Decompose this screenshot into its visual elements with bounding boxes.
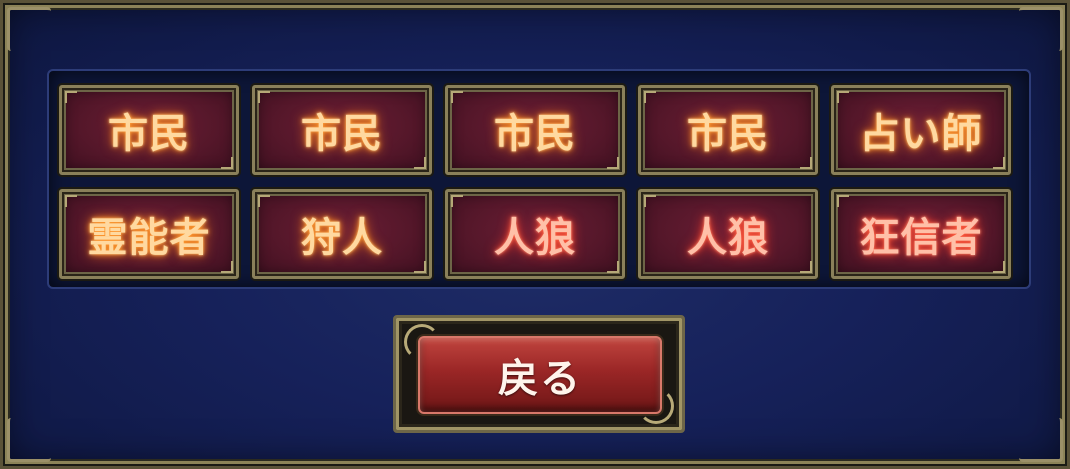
role-label: 占い師 bbox=[859, 111, 983, 157]
dialog-frame: 市民 市民 市民 市民 占い師 霊能者 狩人 人狼 人狼 狂信者 戻る bbox=[0, 0, 1070, 469]
role-label: 市民 bbox=[687, 111, 769, 157]
back-button-frame: 戻る bbox=[393, 315, 685, 433]
role-label: 霊能者 bbox=[87, 215, 211, 261]
frame-corner-ornament bbox=[7, 418, 51, 462]
role-label: 市民 bbox=[494, 111, 576, 157]
role-card[interactable]: 市民 bbox=[445, 85, 625, 175]
role-card[interactable]: 狂信者 bbox=[831, 189, 1011, 279]
role-card[interactable]: 霊能者 bbox=[59, 189, 239, 279]
role-label: 狂信者 bbox=[859, 215, 983, 261]
role-label: 市民 bbox=[108, 111, 190, 157]
frame-corner-ornament bbox=[1019, 7, 1063, 51]
role-card[interactable]: 人狼 bbox=[638, 189, 818, 279]
frame-corner-ornament bbox=[7, 7, 51, 51]
role-card[interactable]: 市民 bbox=[252, 85, 432, 175]
role-card[interactable]: 占い師 bbox=[831, 85, 1011, 175]
role-card[interactable]: 市民 bbox=[638, 85, 818, 175]
role-grid: 市民 市民 市民 市民 占い師 霊能者 狩人 人狼 人狼 狂信者 bbox=[59, 85, 1011, 279]
back-button[interactable]: 戻る bbox=[418, 336, 662, 414]
role-label: 市民 bbox=[301, 111, 383, 157]
role-card[interactable]: 人狼 bbox=[445, 189, 625, 279]
role-label: 人狼 bbox=[494, 215, 576, 261]
frame-corner-ornament bbox=[1019, 418, 1063, 462]
role-card[interactable]: 狩人 bbox=[252, 189, 432, 279]
role-label: 人狼 bbox=[687, 215, 769, 261]
back-button-label: 戻る bbox=[498, 356, 582, 402]
role-label: 狩人 bbox=[301, 215, 383, 261]
role-card[interactable]: 市民 bbox=[59, 85, 239, 175]
